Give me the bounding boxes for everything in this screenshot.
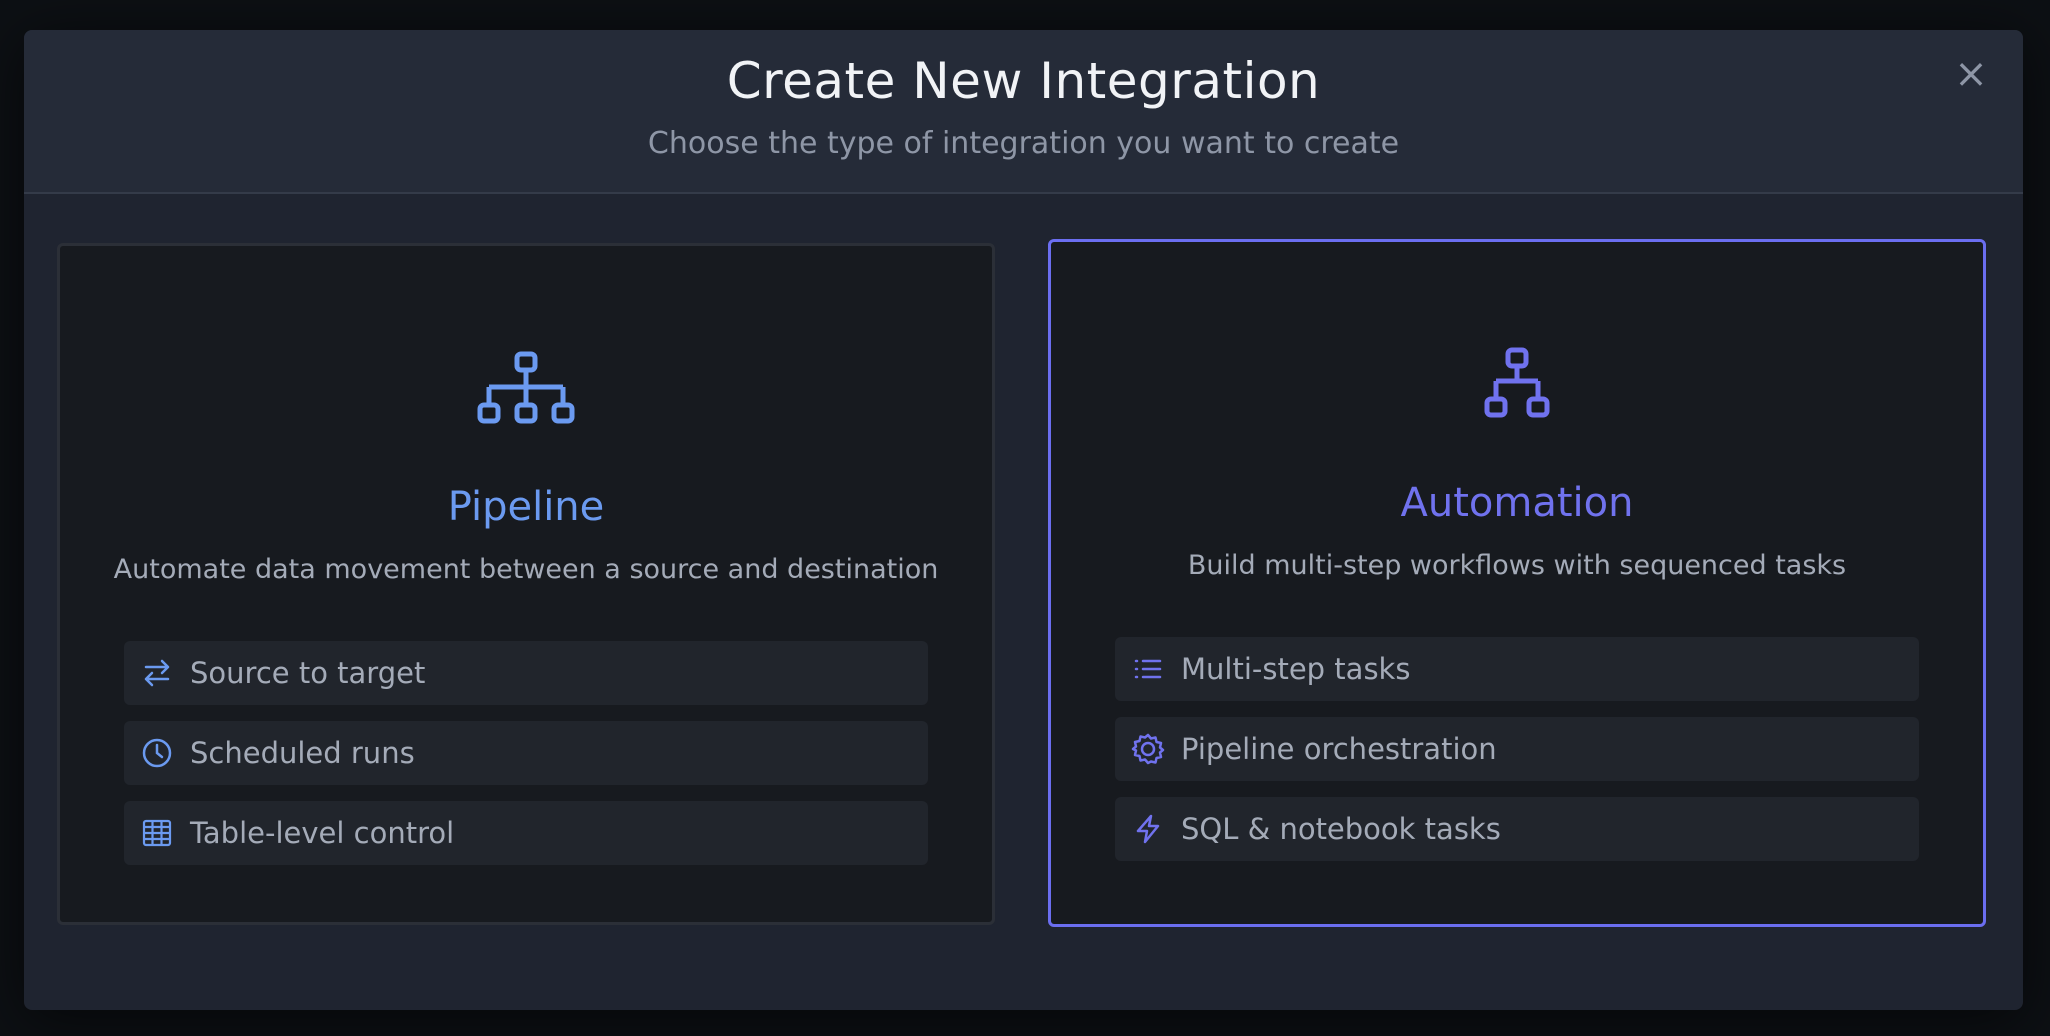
create-integration-dialog: Create New Integration Choose the type o… [24,30,2023,1010]
card-description: Automate data movement between a source … [113,554,939,585]
feature-item: Source to target [124,641,928,705]
feature-label: Scheduled runs [190,736,415,770]
feature-item: Pipeline orchestration [1115,717,1919,781]
feature-list: Multi-step tasks Pipeline orchestration [1115,637,1919,877]
feature-label: Multi-step tasks [1181,652,1411,686]
clock-icon [140,736,174,770]
feature-item: Table-level control [124,801,928,865]
lightning-icon [1131,812,1165,846]
feature-label: Pipeline orchestration [1181,732,1497,766]
dialog-header: Create New Integration Choose the type o… [24,30,2023,194]
dialog-title: Create New Integration [726,52,1321,110]
close-button[interactable]: × [1949,52,1993,96]
feature-label: SQL & notebook tasks [1181,812,1501,846]
close-icon: × [1954,51,1988,97]
automation-option-card[interactable]: Automation Build multi-step workflows wi… [1048,239,1986,927]
feature-list: Source to target Scheduled runs Table-le… [124,641,928,881]
feature-label: Source to target [190,656,426,690]
hierarchy-icon [60,351,992,441]
feature-item: Scheduled runs [124,721,928,785]
pipeline-option-card[interactable]: Pipeline Automate data movement between … [57,243,995,925]
card-title: Pipeline [447,484,605,530]
feature-item: Multi-step tasks [1115,637,1919,701]
table-icon [140,816,174,850]
list-icon [1131,652,1165,686]
card-description: Build multi-step workflows with sequence… [1187,550,1847,581]
feature-item: SQL & notebook tasks [1115,797,1919,861]
feature-label: Table-level control [190,816,455,850]
card-title: Automation [1400,480,1634,526]
gear-icon [1131,732,1165,766]
arrows-left-right-icon [140,656,174,690]
workflow-icon [1051,347,1983,437]
dialog-subtitle: Choose the type of integration you want … [647,126,1400,161]
